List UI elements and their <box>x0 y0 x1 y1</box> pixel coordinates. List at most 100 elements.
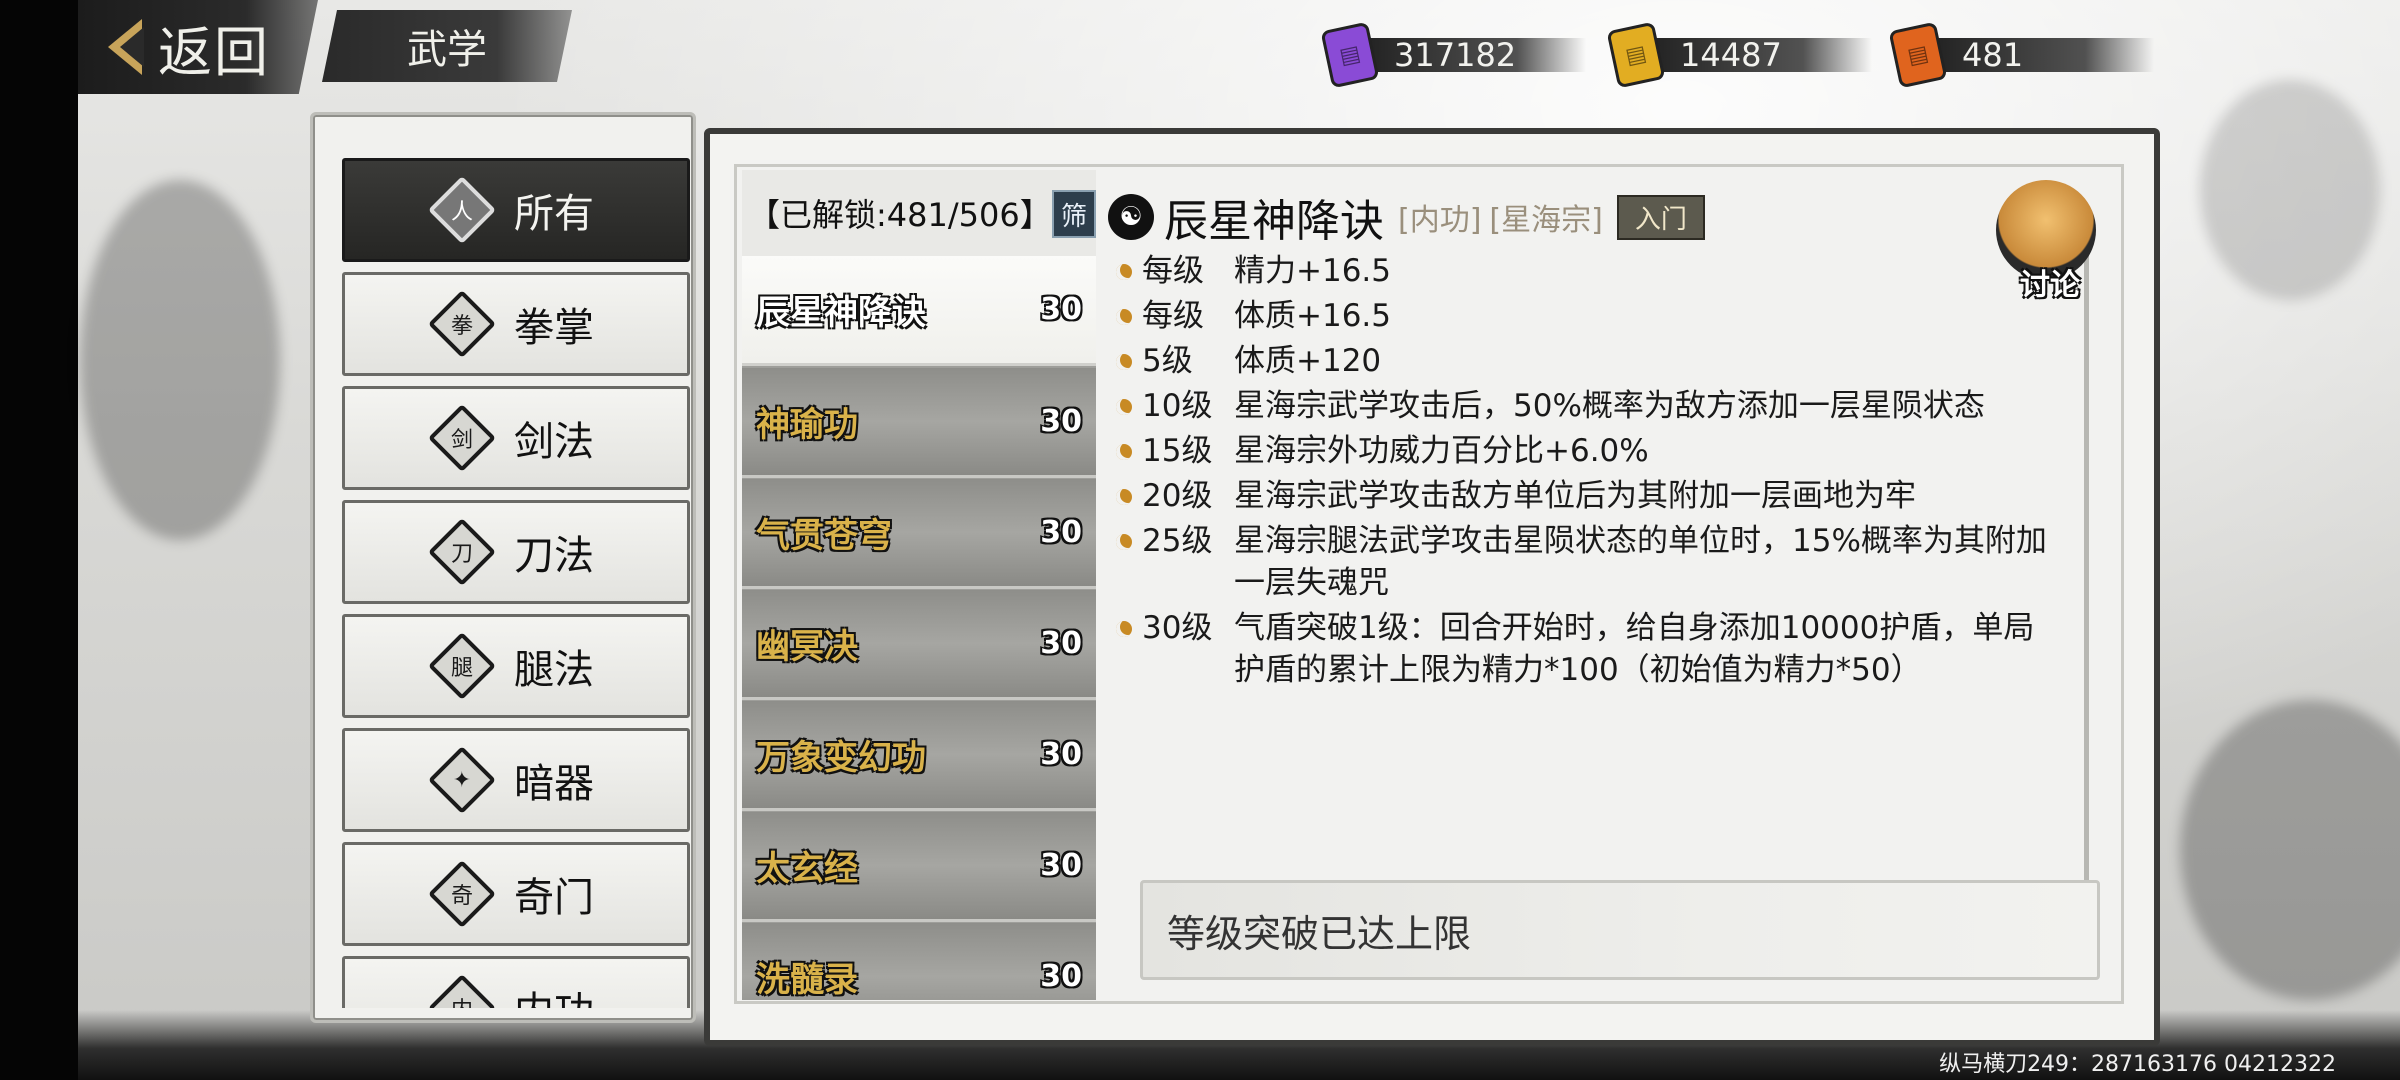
person-icon: 人 <box>428 176 496 244</box>
gold-scroll-icon: ▤ <box>1606 21 1666 89</box>
icon-glyph: 奇 <box>450 883 474 909</box>
skill-level: 30 <box>1040 959 1082 994</box>
category-label: 奇门 <box>514 875 594 921</box>
effect-level: 5级 <box>1142 343 1193 379</box>
currency-value: 481 <box>1962 36 2024 74</box>
skill-level: 30 <box>1040 848 1082 883</box>
game-screen: 返回 武学 ▤ 317182 ▤ 14487 ▤ 481 人 所有 拳 拳掌 剑… <box>0 0 2400 1080</box>
skill-item[interactable]: 神瑜功 30 <box>742 368 1096 478</box>
effects-list: 每级 精力+16.5 每级 体质+16.5 5级 体质+120 10级 星海宗武学攻击后… <box>1114 250 2114 694</box>
effect-text: 体质+120 <box>1234 343 1382 379</box>
shuriken-icon: ✦ <box>428 746 496 814</box>
skill-name: 太玄经 <box>756 849 858 889</box>
bullet-icon <box>1116 534 1132 550</box>
effect-item: 15级 星海宗外功威力百分比+6.0% <box>1114 430 2114 472</box>
chevron-left-icon <box>108 19 144 75</box>
icon-glyph: 刀 <box>450 541 474 567</box>
skill-name: 洗髓录 <box>756 960 858 1000</box>
effect-level: 15级 <box>1142 433 1213 469</box>
back-label: 返回 <box>158 20 270 84</box>
discuss-button[interactable]: 讨论 <box>1990 176 2102 303</box>
currency-value: 14487 <box>1680 36 1782 74</box>
effect-level: 每级 <box>1142 253 1204 289</box>
category-fist[interactable]: 拳 拳掌 <box>342 272 690 376</box>
category-inner[interactable]: 内 内功 <box>342 956 690 1008</box>
skill-name: 气贯苍穹 <box>756 516 892 556</box>
category-label: 暗器 <box>514 761 594 807</box>
skill-name: 神瑜功 <box>756 405 858 445</box>
bullet-icon <box>1116 309 1132 325</box>
skill-item[interactable]: 万象变幻功 30 <box>742 701 1096 811</box>
scroll-icon: 奇 <box>428 860 496 928</box>
filter-button[interactable]: 筛 <box>1052 190 1096 238</box>
skill-level: 30 <box>1040 515 1082 550</box>
watermark: 纵马横刀249：287163176 04212322 <box>1939 1052 2336 1077</box>
page-title: 武学 <box>322 10 572 82</box>
category-label: 腿法 <box>514 647 594 693</box>
icon-glyph: 剑 <box>450 427 474 453</box>
skill-title: 辰星神降诀 <box>1164 196 1384 247</box>
skill-name: 万象变幻功 <box>756 738 926 778</box>
left-black-strip <box>0 0 78 1080</box>
effect-text: 星海宗武学攻击后，50%概率为敌方添加一层星陨状态 <box>1234 388 1985 424</box>
category-sword[interactable]: 剑 剑法 <box>342 386 690 490</box>
effect-level: 30级 <box>1142 610 1213 646</box>
skill-level: 30 <box>1040 404 1082 439</box>
martial-stance-icon: ☯ <box>1108 194 1154 240</box>
scrollbar-thumb[interactable] <box>2084 252 2089 882</box>
effect-text: 体质+16.5 <box>1234 298 1391 334</box>
effect-item: 30级 气盾突破1级：回合开始时，给自身添加10000护盾，单局护盾的累计上限为精… <box>1114 607 2114 691</box>
ink-decoration <box>2180 700 2400 1000</box>
category-label: 剑法 <box>514 419 594 465</box>
effect-level: 25级 <box>1142 523 1213 559</box>
skill-item[interactable]: 洗髓录 30 <box>742 923 1096 1000</box>
skill-item[interactable]: 气贯苍穹 30 <box>742 479 1096 589</box>
bullet-icon <box>1116 354 1132 370</box>
ink-decoration <box>80 180 280 540</box>
skill-detail: ☯ 辰星神降诀 [内功] [星海宗] 入门 每级 精力+16.5 每级 体质+16.… <box>1108 176 2108 876</box>
unlock-counter: 【已解锁:481/506】 <box>748 196 1052 234</box>
currency-value: 317182 <box>1394 36 1517 74</box>
effect-level: 每级 <box>1142 298 1204 334</box>
icon-glyph: ✦ <box>452 767 472 793</box>
skill-rank-badge: 入门 <box>1616 194 1705 240</box>
category-list[interactable]: 人 所有 拳 拳掌 剑 剑法 刀 刀法 腿 腿法 ✦ 暗器 奇 奇门 内 内功 <box>342 158 692 1008</box>
skill-item[interactable]: 幽冥决 30 <box>742 590 1096 700</box>
blade-icon: 刀 <box>428 518 496 586</box>
bullet-icon <box>1116 444 1132 460</box>
category-kick[interactable]: 腿 腿法 <box>342 614 690 718</box>
effect-item: 每级 体质+16.5 <box>1114 295 2114 337</box>
skill-list[interactable]: 【已解锁:481/506】 筛 辰星神降诀 30 神瑜功 30 气贯苍穹 30 … <box>742 170 1096 1000</box>
effect-level: 10级 <box>1142 388 1213 424</box>
skill-name: 辰星神降诀 <box>756 293 926 333</box>
skill-level: 30 <box>1040 292 1082 327</box>
category-exotic[interactable]: 奇 奇门 <box>342 842 690 946</box>
currency-gold[interactable]: ▤ 14487 <box>1606 21 1872 89</box>
effect-item: 5级 体质+120 <box>1114 340 2114 382</box>
effect-item: 10级 星海宗武学攻击后，50%概率为敌方添加一层星陨状态 <box>1114 385 2114 427</box>
bullet-icon <box>1116 489 1132 505</box>
effect-level: 20级 <box>1142 478 1213 514</box>
currency-purple[interactable]: ▤ 317182 <box>1320 21 1586 89</box>
category-all[interactable]: 人 所有 <box>342 158 690 262</box>
category-label: 刀法 <box>514 533 594 579</box>
skill-item[interactable]: 太玄经 30 <box>742 812 1096 922</box>
discuss-label: 讨论 <box>2020 268 2080 303</box>
skill-item[interactable]: 辰星神降诀 30 <box>742 256 1096 366</box>
detail-header: ☯ 辰星神降诀 [内功] [星海宗] 入门 <box>1108 184 1705 250</box>
skill-name: 幽冥决 <box>756 627 858 667</box>
inner-icon: 内 <box>428 974 496 1008</box>
effect-text: 星海宗武学攻击敌方单位后为其附加一层画地为牢 <box>1234 478 1916 514</box>
category-label: 内功 <box>514 979 594 1008</box>
purple-scroll-icon: ▤ <box>1320 21 1380 89</box>
currency-flame[interactable]: ▤ 481 <box>1888 21 2154 89</box>
unlock-counter-bar: 【已解锁:481/506】 筛 <box>742 170 1096 256</box>
back-button[interactable]: 返回 <box>78 0 318 94</box>
category-blade[interactable]: 刀 刀法 <box>342 500 690 604</box>
effect-item: 25级 星海宗腿法武学攻击星陨状态的单位时，15%概率为其附加一层失魂咒 <box>1114 520 2114 604</box>
bullet-icon <box>1116 621 1132 637</box>
category-label: 所有 <box>514 191 594 237</box>
category-hidden-weapon[interactable]: ✦ 暗器 <box>342 728 690 832</box>
effect-text: 星海宗腿法武学攻击星陨状态的单位时，15%概率为其附加一层失魂咒 <box>1234 523 2047 601</box>
skill-type-tag: [内功] <box>1398 203 1482 238</box>
